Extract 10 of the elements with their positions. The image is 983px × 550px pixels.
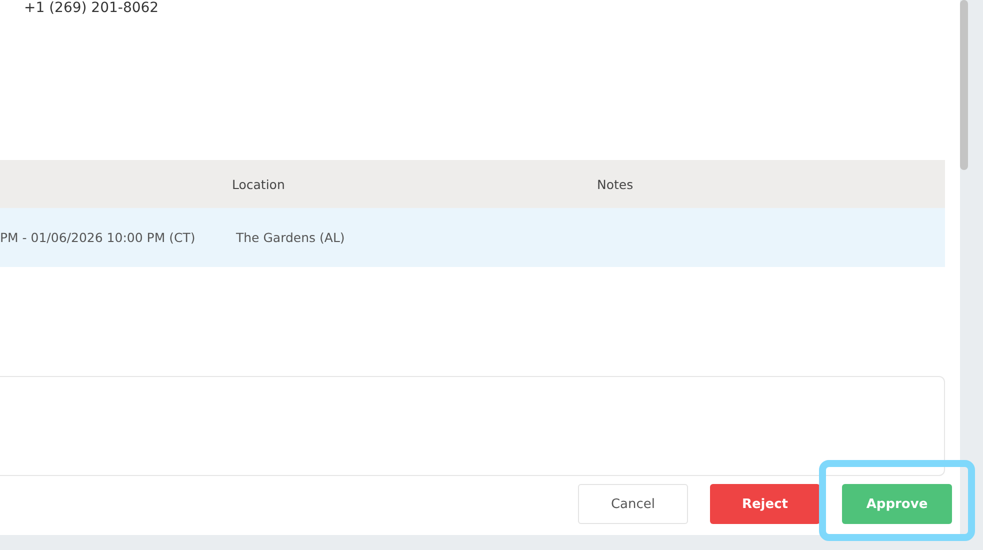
table-cell: PM - 01/06/2026 10:00 PM (CT) [0, 230, 196, 245]
table-cell: The Gardens (AL) [236, 230, 345, 245]
action-button[interactable]: Cancel [578, 484, 688, 524]
table-row[interactable]: PM - 01/06/2026 10:00 PM (CT) The Gardens (AL) [0, 208, 945, 267]
column-header: Location [232, 176, 285, 192]
action-button[interactable]: Reject [710, 484, 820, 524]
scrollbar-thumb[interactable] [960, 0, 968, 170]
comment-field[interactable] [0, 376, 945, 476]
column-header: Notes [597, 176, 634, 192]
phone-number: +1 (269) 201-8062 [23, 0, 160, 16]
